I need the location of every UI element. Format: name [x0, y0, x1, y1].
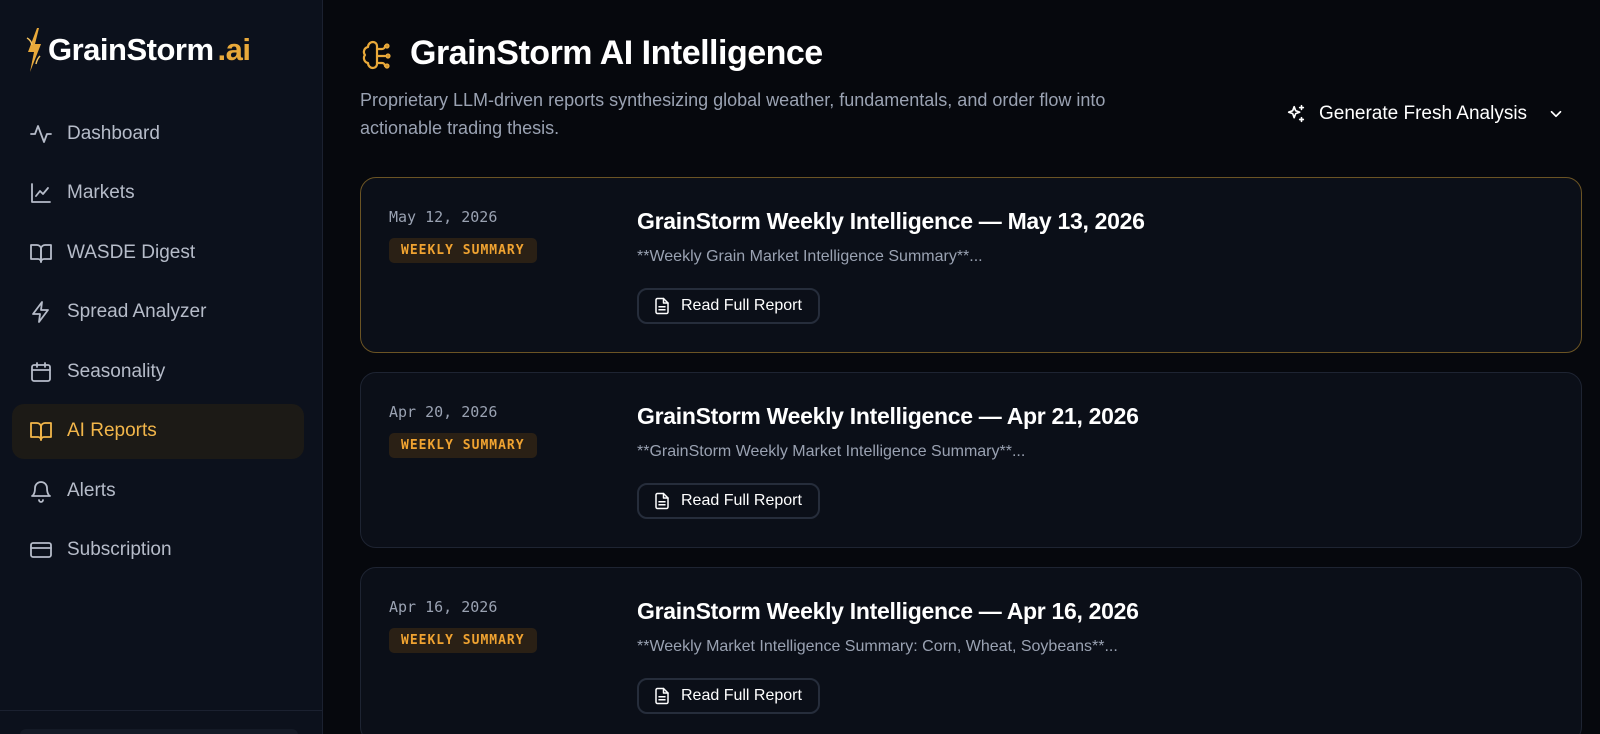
sidebar-item-label: Seasonality — [67, 360, 166, 382]
brain-icon — [362, 40, 391, 70]
read-full-report-button[interactable]: Read Full Report — [637, 678, 820, 714]
book-open-icon — [30, 243, 52, 263]
report-type-badge: WEEKLY SUMMARY — [389, 628, 537, 653]
wheat-bolt-icon — [26, 28, 41, 72]
report-card[interactable]: Apr 20, 2026 WEEKLY SUMMARY GrainStorm W… — [360, 372, 1582, 548]
report-excerpt: **Weekly Grain Market Intelligence Summa… — [637, 248, 983, 265]
bell-icon — [31, 480, 51, 503]
brand-name: GrainStorm — [48, 32, 214, 67]
sidebar: GrainStorm .ai Dashboard Markets WASDE Di… — [0, 0, 323, 734]
read-full-report-button[interactable]: Read Full Report — [637, 483, 820, 519]
read-full-report-label: Read Full Report — [681, 492, 802, 509]
report-excerpt: **Weekly Market Intelligence Summary: Co… — [637, 638, 1118, 655]
chevron-down-icon — [1550, 110, 1562, 118]
line-chart-icon — [31, 183, 51, 203]
file-text-icon — [655, 492, 669, 510]
sparkles-icon — [1287, 104, 1305, 123]
book-open-icon — [30, 422, 52, 441]
file-text-icon — [655, 297, 669, 315]
report-title[interactable]: GrainStorm Weekly Intelligence — Apr 16,… — [637, 598, 1139, 625]
calendar-icon — [31, 361, 51, 382]
report-date: May 12, 2026 — [389, 208, 498, 226]
sidebar-item-spread-analyzer[interactable]: Spread Analyzer — [12, 285, 304, 340]
report-type-badge: WEEKLY SUMMARY — [389, 433, 537, 458]
read-full-report-label: Read Full Report — [681, 687, 802, 704]
sidebar-nav: Dashboard Markets WASDE Digest Spread An… — [12, 106, 304, 582]
report-card[interactable]: May 12, 2026 WEEKLY SUMMARY GrainStorm W… — [360, 177, 1582, 353]
brand-tld: .ai — [217, 32, 251, 67]
read-full-report-button[interactable]: Read Full Report — [637, 288, 820, 324]
sidebar-item-alerts[interactable]: Alerts — [12, 463, 304, 518]
read-full-report-label: Read Full Report — [681, 297, 802, 314]
report-date: Apr 16, 2026 — [389, 598, 498, 616]
zap-icon — [32, 301, 49, 323]
credit-card-icon — [30, 542, 52, 558]
report-date: Apr 20, 2026 — [389, 403, 498, 421]
activity-icon — [30, 124, 52, 143]
sidebar-item-label: WASDE Digest — [67, 241, 196, 263]
brand-logo[interactable]: GrainStorm .ai — [24, 26, 251, 74]
file-text-icon — [655, 687, 669, 705]
page-title: GrainStorm AI Intelligence — [410, 34, 823, 72]
generate-analysis-label: Generate Fresh Analysis — [1319, 103, 1528, 124]
sidebar-item-subscription[interactable]: Subscription — [12, 523, 304, 578]
user-panel[interactable] — [20, 729, 298, 734]
sidebar-item-label: Spread Analyzer — [67, 301, 207, 322]
main-content: GrainStorm AI Intelligence Proprietary L… — [323, 0, 1600, 734]
generate-analysis-button[interactable]: Generate Fresh Analysis — [1285, 96, 1565, 132]
sidebar-item-label: Dashboard — [67, 122, 160, 144]
sidebar-item-ai-reports[interactable]: AI Reports — [12, 403, 304, 459]
sidebar-item-label: Alerts — [67, 479, 116, 501]
sidebar-item-label: Subscription — [67, 539, 172, 560]
report-title[interactable]: GrainStorm Weekly Intelligence — Apr 21,… — [637, 403, 1139, 430]
sidebar-item-label: AI Reports — [67, 420, 157, 441]
sidebar-footer — [0, 710, 322, 734]
report-type-badge: WEEKLY SUMMARY — [389, 238, 537, 263]
sidebar-item-dashboard[interactable]: Dashboard — [12, 106, 304, 161]
app-root: GrainStorm .ai Dashboard Markets WASDE Di… — [0, 0, 1600, 734]
sidebar-item-label: Markets — [67, 182, 135, 203]
sidebar-item-markets[interactable]: Markets — [12, 166, 304, 221]
sidebar-item-wasde-digest[interactable]: WASDE Digest — [12, 225, 304, 280]
report-excerpt: **GrainStorm Weekly Market Intelligence … — [637, 443, 1026, 460]
report-card[interactable]: Apr 16, 2026 WEEKLY SUMMARY GrainStorm W… — [360, 567, 1582, 734]
page-subtitle: Proprietary LLM-driven reports synthesiz… — [360, 90, 1106, 138]
report-title[interactable]: GrainStorm Weekly Intelligence — May 13,… — [637, 208, 1145, 235]
sidebar-item-seasonality[interactable]: Seasonality — [12, 344, 304, 399]
